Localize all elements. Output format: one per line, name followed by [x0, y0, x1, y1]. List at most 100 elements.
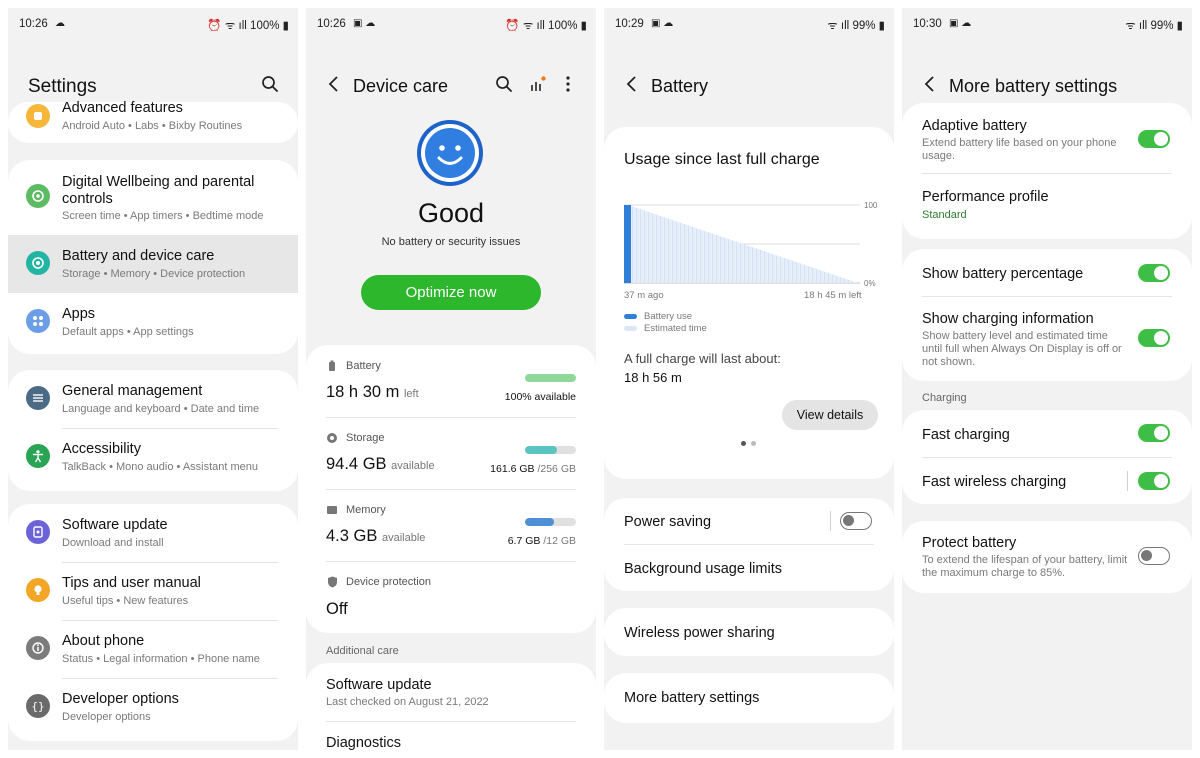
page-title: More battery settings [949, 76, 1118, 96]
adaptive-battery-row[interactable]: Adaptive battery Extend battery life bas… [902, 103, 1192, 173]
device-protection-row[interactable]: Device protection Off [306, 561, 596, 633]
row-sub: Last checked on August 21, 2022 [326, 696, 489, 708]
settings-item-digital-wellbeing[interactable]: Digital Wellbeing and parental controls … [8, 160, 298, 235]
header: Battery [604, 60, 894, 100]
status-icons: ⏰ ᯤ ıll [207, 20, 251, 32]
settings-item-developer-options[interactable]: {} Developer options Developer options [8, 678, 298, 736]
report-chart-icon[interactable] [528, 74, 548, 94]
item-label: About phone [62, 633, 145, 649]
display-card: Show battery percentage Show charging in… [902, 249, 1192, 381]
charging-info-toggle[interactable] [1138, 329, 1170, 347]
sliders-icon [26, 386, 50, 410]
fast-wireless-row[interactable]: Fast wireless charging [902, 457, 1192, 504]
puzzle-icon [26, 104, 50, 128]
header: Device care [306, 60, 596, 100]
background-limits-row[interactable]: Background usage limits [604, 544, 894, 590]
fast-wireless-toggle[interactable] [1138, 472, 1170, 490]
performance-profile-row[interactable]: Performance profile Standard [902, 173, 1192, 235]
settings-item-about-phone[interactable]: About phone Status • Legal information •… [8, 620, 298, 678]
battery-usage-chart: 100 0% [624, 201, 878, 288]
settings-item-accessibility[interactable]: Accessibility TalkBack • Mono audio • As… [8, 428, 298, 486]
settings-card: Advanced features Android Auto • Labs • … [8, 100, 298, 143]
notification-icons: ▣ ☁ [651, 18, 674, 29]
fast-charging-row[interactable]: Fast charging [902, 410, 1192, 456]
item-sub: Storage • Memory • Device protection [62, 268, 246, 280]
back-icon[interactable] [622, 74, 642, 94]
status-time: 10:26 [317, 18, 346, 30]
battery-unit: left [403, 388, 419, 400]
wireless-card: Wireless power sharing [604, 608, 894, 656]
battery-small-icon [329, 360, 335, 371]
search-icon[interactable] [260, 74, 280, 94]
optimize-now-button[interactable]: Optimize now [361, 275, 541, 310]
battery-row[interactable]: Battery 18 h 30 m left 100% available [306, 345, 596, 417]
storage-row[interactable]: Storage 94.4 GB available 161.6 GB /256 … [306, 417, 596, 489]
settings-item-tips-manual[interactable]: Tips and user manual Useful tips • New f… [8, 562, 298, 620]
item-sub: Screen time • App timers • Bedtime mode [62, 210, 264, 222]
view-details-button[interactable]: View details [782, 400, 878, 430]
diagnostics-row[interactable]: Diagnostics [306, 721, 596, 750]
settings-card: Digital Wellbeing and parental controls … [8, 160, 298, 354]
item-sub: Android Auto • Labs • Bixby Routines [62, 120, 243, 132]
memory-total: /12 GB [540, 535, 576, 547]
row-sub: Extend battery life based on your phone … [922, 137, 1117, 162]
status-icons: ᯤ ıll [1125, 20, 1151, 32]
settings-item-general-management[interactable]: General management Language and keyboard… [8, 370, 298, 428]
item-label: Digital Wellbeing and parental controls [62, 174, 255, 207]
page-title: Battery [651, 76, 709, 96]
show-percentage-toggle[interactable] [1138, 264, 1170, 282]
settings-item-software-update[interactable]: Software update Download and install [8, 504, 298, 562]
settings-item-advanced-features[interactable]: Advanced features Android Auto • Labs • … [8, 100, 298, 143]
item-label: Software update [62, 517, 168, 533]
memory-value: 4.3 GB [326, 527, 378, 545]
status-time: 10:29 [615, 18, 644, 30]
item-label: Tips and user manual [62, 575, 201, 591]
more-battery-settings-row[interactable]: More battery settings [604, 673, 894, 723]
protect-battery-row[interactable]: Protect battery To extend the lifespan o… [902, 521, 1192, 593]
battery-percent: 99% [1150, 20, 1174, 32]
memory-row[interactable]: Memory 4.3 GB available 6.7 GB /12 GB [306, 489, 596, 561]
legend-swatch-est [624, 326, 637, 331]
settings-card: Software update Download and install Tip… [8, 504, 298, 741]
battery-icon: ▮ [1173, 20, 1183, 32]
row-sub: Show battery level and estimated time un… [922, 330, 1122, 368]
y-top-label: 100 [864, 201, 878, 210]
power-saving-row[interactable]: Power saving [604, 498, 894, 544]
show-percentage-row[interactable]: Show battery percentage [902, 249, 1192, 295]
battery-screen: 10:29 ▣ ☁ ᯤ ıll 99% ▮ Battery Usage sinc… [604, 8, 894, 750]
additional-care-card: Software update Last checked on August 2… [306, 663, 596, 750]
wireless-sharing-row[interactable]: Wireless power sharing [604, 608, 894, 656]
back-icon[interactable] [324, 74, 344, 94]
battery-detail: 100% available [504, 391, 576, 403]
item-label: General management [62, 383, 203, 399]
separator [1127, 471, 1128, 491]
page-indicator[interactable] [751, 441, 756, 446]
search-icon[interactable] [494, 74, 514, 94]
cloud-icon: ☁ [55, 18, 65, 29]
back-icon[interactable] [920, 74, 940, 94]
software-update-row[interactable]: Software update Last checked on August 2… [306, 663, 596, 721]
more-options-icon[interactable] [558, 74, 578, 94]
protect-battery-toggle[interactable] [1138, 547, 1170, 565]
row-label: Show battery percentage [922, 266, 1084, 282]
row-label: Memory [346, 504, 386, 516]
power-saving-toggle[interactable] [840, 512, 872, 530]
row-label: Show charging information [922, 311, 1094, 327]
section-header-charging: Charging [922, 392, 967, 404]
adaptive-battery-toggle[interactable] [1138, 130, 1170, 148]
memory-bar [525, 518, 576, 526]
device-care-screen: 10:26 ▣ ☁ ⏰ ᯤ ıll 100% ▮ Device care Goo… [306, 8, 596, 750]
usage-title: Usage since last full charge [624, 151, 820, 168]
full-charge-label: A full charge will last about: [624, 351, 781, 366]
legend-estimated-time: Estimated time [644, 323, 707, 334]
settings-item-battery-device-care[interactable]: Battery and device care Storage • Memory… [8, 235, 298, 293]
settings-item-apps[interactable]: Apps Default apps • App settings [8, 293, 298, 351]
row-label: Diagnostics [326, 735, 401, 750]
charging-info-row[interactable]: Show charging information Show battery l… [902, 296, 1192, 381]
storage-unit: available [391, 460, 435, 472]
adaptive-card: Adaptive battery Extend battery life bas… [902, 103, 1192, 239]
page-indicator-active[interactable] [741, 441, 746, 446]
row-label: Storage [346, 432, 385, 444]
storage-bar-fill [525, 446, 558, 454]
fast-charging-toggle[interactable] [1138, 424, 1170, 442]
